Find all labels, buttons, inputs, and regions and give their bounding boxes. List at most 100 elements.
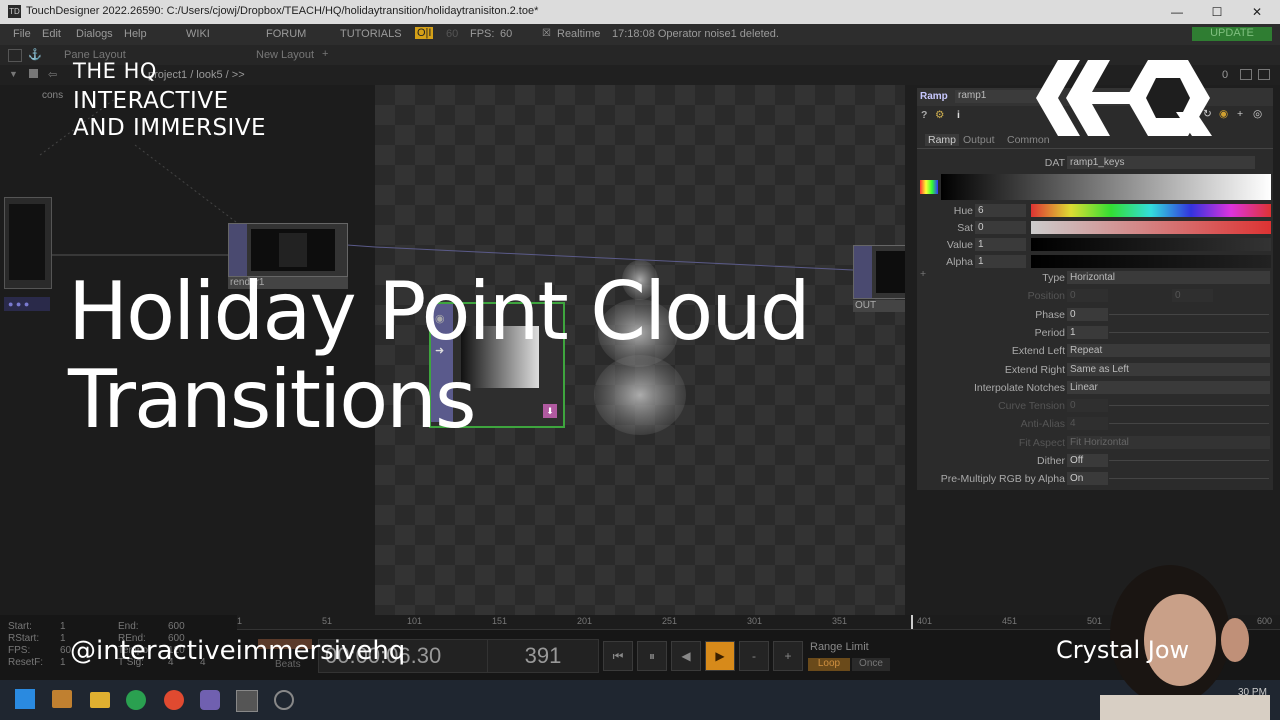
param-value-field-2[interactable]: 0 [1172, 289, 1213, 303]
tutorials-link[interactable]: TUTORIALS [340, 28, 402, 40]
param-value-field[interactable]: Fit Horizontal [1067, 435, 1270, 449]
resetf-value[interactable]: 1 [60, 657, 66, 668]
color-icon[interactable]: ◉ [1219, 108, 1228, 120]
app-icon-purple[interactable] [200, 690, 220, 710]
dat-field[interactable]: ramp1_keys [1067, 156, 1255, 169]
touchdesigner-taskbar-icon[interactable] [236, 690, 258, 712]
forum-link[interactable]: FORUM [266, 28, 306, 40]
rstart-value[interactable]: 1 [60, 633, 66, 644]
param-row: Curve Tension 0 [917, 399, 1273, 415]
chrome-icon[interactable] [164, 690, 184, 710]
sat-field[interactable]: 0 [975, 221, 1026, 234]
network-path[interactable]: project1 / look5 / >> [148, 69, 245, 81]
ramp-editor-icon[interactable] [920, 180, 938, 194]
stop-icon[interactable] [29, 69, 38, 78]
once-button[interactable]: Once [852, 658, 890, 671]
skip-start-icon[interactable]: ⏮ [603, 641, 633, 671]
pause-icon[interactable]: ⏸ [637, 641, 667, 671]
hue-field[interactable]: 6 [975, 204, 1026, 217]
menu-dialogs[interactable]: Dialogs [76, 28, 113, 40]
view-icon[interactable] [1258, 69, 1270, 80]
timeline-tick-label: 101 [407, 616, 423, 626]
param-row-sat: Sat 0 [917, 221, 1273, 237]
alpha-slider[interactable] [1031, 255, 1271, 268]
ramp-preview[interactable] [941, 174, 1271, 200]
menu-edit[interactable]: Edit [42, 28, 61, 40]
value-field[interactable]: 1 [975, 238, 1026, 251]
param-slider[interactable] [1109, 460, 1269, 461]
param-row: Period 1 [917, 325, 1273, 342]
param-slider[interactable] [1109, 313, 1269, 315]
start-label: Start: [8, 621, 32, 632]
wiki-link[interactable]: WIKI [186, 28, 210, 40]
update-button[interactable]: UPDATE [1192, 27, 1272, 41]
add-pane-icon[interactable]: + [322, 48, 328, 60]
menu-help[interactable]: Help [124, 28, 147, 40]
timeline-tick-label: 351 [832, 616, 848, 626]
info-icon[interactable]: i [957, 109, 960, 121]
param-value-field[interactable]: On [1067, 472, 1108, 486]
menu-file[interactable]: File [13, 28, 31, 40]
paint-app-icon[interactable] [52, 690, 72, 708]
python-icon[interactable]: ⚙ [935, 109, 944, 121]
hue-slider[interactable] [1031, 204, 1271, 217]
perf-badge[interactable]: O|I [415, 27, 434, 39]
param-label: Hue [953, 205, 973, 217]
param-value-field[interactable]: Linear [1067, 380, 1270, 394]
obs-icon[interactable] [274, 690, 294, 710]
param-value-field[interactable]: 4 [1067, 417, 1108, 431]
plus-icon[interactable]: + [773, 641, 803, 671]
param-value-field[interactable]: Off [1067, 454, 1108, 467]
close-icon[interactable]: ✕ [1240, 2, 1274, 22]
target-icon[interactable]: ◎ [1253, 108, 1262, 120]
pane-icon[interactable] [8, 49, 22, 62]
param-value-field[interactable]: 0 [1067, 289, 1108, 303]
minus-icon[interactable]: - [739, 641, 769, 671]
param-value-field[interactable]: 0 [1067, 307, 1108, 321]
end-value[interactable]: 600 [168, 621, 185, 632]
ramp-node-viewer-icon[interactable]: ⬇ [543, 404, 557, 418]
param-slider[interactable] [1109, 478, 1269, 480]
start-value[interactable]: 1 [60, 621, 66, 632]
alpha-field[interactable]: 1 [975, 255, 1026, 268]
back-icon[interactable]: ⇦ [48, 68, 57, 81]
chrome-green-icon[interactable] [126, 690, 146, 710]
maximize-icon[interactable]: ☐ [1200, 2, 1234, 22]
loop-button[interactable]: Loop [808, 658, 850, 671]
realtime-checkbox[interactable]: ☒ [542, 28, 551, 39]
param-value-field[interactable]: Same as Left [1067, 362, 1270, 376]
out-node[interactable] [853, 245, 907, 299]
playhead[interactable] [911, 615, 913, 629]
param-row: Type Horizontal [917, 271, 1273, 287]
add-icon[interactable]: + [1237, 108, 1243, 120]
window-icon[interactable] [1240, 69, 1252, 80]
step-back-icon[interactable]: ◀ [671, 641, 701, 671]
param-label: Phase [1035, 308, 1065, 321]
frame-display[interactable]: 391 [487, 639, 599, 673]
value-slider[interactable] [1031, 238, 1271, 251]
play-icon[interactable]: ▶ [705, 641, 735, 671]
param-value-field[interactable]: Repeat [1067, 344, 1270, 358]
param-label: Anti-Alias [1020, 418, 1065, 431]
param-row: Interpolate Notches Linear [917, 380, 1273, 397]
tab-ramp[interactable]: Ramp [925, 134, 960, 146]
new-layout-button[interactable]: New Layout [256, 49, 314, 61]
const-node-flags[interactable]: ● ● ● [4, 297, 50, 311]
param-slider[interactable] [1109, 423, 1269, 425]
chevron-down-icon[interactable]: ▼ [9, 69, 18, 79]
pane-split-icon[interactable]: ⚓ [28, 48, 42, 61]
param-value-field[interactable]: 0 [1067, 399, 1108, 413]
param-value-field[interactable]: Horizontal [1067, 271, 1270, 284]
windows-start-icon[interactable] [15, 689, 35, 709]
param-slider[interactable] [1109, 331, 1269, 333]
tab-output[interactable]: Output [963, 134, 995, 146]
parameter-window: Ramp ramp1 ? ⚙ i ↻ ◉ + ◎ Ramp Output Com… [917, 88, 1273, 490]
sat-slider[interactable] [1031, 221, 1271, 234]
const-node[interactable] [4, 197, 52, 289]
window-title: TouchDesigner 2022.26590: C:/Users/cjowj… [26, 5, 539, 17]
param-value-field[interactable]: 1 [1067, 325, 1108, 339]
param-slider[interactable] [1109, 405, 1269, 407]
minimize-icon[interactable]: — [1160, 2, 1194, 22]
folder-icon[interactable] [90, 692, 110, 708]
help-icon[interactable]: ? [921, 109, 927, 121]
